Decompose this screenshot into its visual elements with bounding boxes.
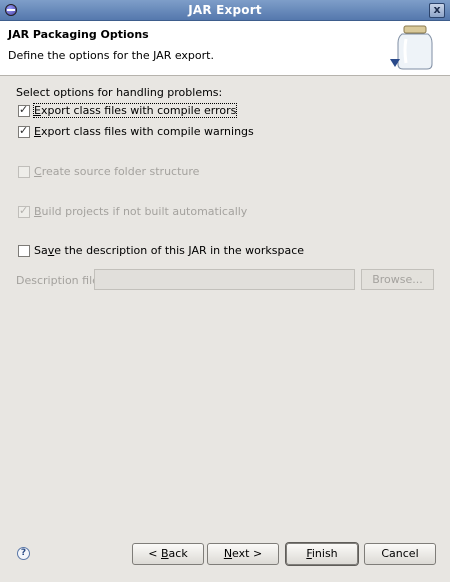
- create-source-folder-checkbox: [18, 166, 30, 178]
- label-text: xport class files with compile errors: [40, 104, 237, 117]
- wizard-header: JAR Packaging Options Define the options…: [0, 21, 450, 76]
- mnemonic: E: [34, 104, 41, 117]
- export-errors-checkbox[interactable]: ✓: [18, 103, 30, 117]
- mnemonic: N: [223, 547, 233, 560]
- mnemonic: B: [161, 547, 169, 560]
- back-button[interactable]: < Back: [132, 543, 204, 565]
- check-icon: ✓: [19, 204, 29, 217]
- page-title: JAR Packaging Options: [8, 28, 149, 41]
- label-text: inish: [311, 547, 338, 560]
- label-text: xport class files with compile warnings: [40, 125, 254, 138]
- save-description-label[interactable]: Save the description of this JAR in the …: [34, 244, 304, 257]
- label-text: Sa: [34, 244, 48, 257]
- build-projects-label: Build projects if not built automaticall…: [34, 205, 247, 218]
- export-warnings-checkbox[interactable]: ✓: [18, 124, 30, 138]
- help-icon[interactable]: ?: [17, 547, 30, 560]
- description-file-input: [94, 269, 355, 290]
- label-text: ack: [168, 547, 188, 560]
- check-icon: ✓: [19, 103, 29, 116]
- problems-label: Select options for handling problems:: [16, 86, 223, 99]
- label-text: reate source folder structure: [41, 165, 200, 178]
- finish-button[interactable]: Finish: [286, 543, 358, 565]
- label-text: e the description of this JAR in the wor…: [54, 244, 305, 257]
- page-description: Define the options for the JAR export.: [8, 49, 214, 62]
- export-warnings-label[interactable]: Export class files with compile warnings: [34, 125, 254, 138]
- mnemonic: C: [34, 165, 42, 178]
- cancel-button[interactable]: Cancel: [364, 543, 436, 565]
- close-icon[interactable]: x: [429, 3, 445, 18]
- create-source-folder-label: Create source folder structure: [34, 165, 199, 178]
- jar-icon: [390, 25, 433, 70]
- mnemonic: E: [34, 125, 41, 138]
- window-title: JAR Export: [188, 3, 262, 17]
- jar-export-dialog: JAR Export x JAR Packaging Options Defin…: [0, 0, 450, 582]
- label-text: ext >: [232, 547, 263, 560]
- label-text: <: [148, 547, 161, 560]
- export-errors-label[interactable]: Export class files with compile errors: [32, 103, 238, 118]
- mnemonic: B: [34, 205, 42, 218]
- check-icon: ✓: [19, 124, 29, 137]
- description-file-label: Description file:: [16, 274, 103, 287]
- title-bar[interactable]: JAR Export x: [0, 0, 450, 21]
- next-button[interactable]: Next >: [207, 543, 279, 565]
- build-projects-checkbox: ✓: [18, 204, 30, 218]
- browse-button: Browse...: [361, 269, 434, 290]
- save-description-checkbox[interactable]: [18, 245, 30, 257]
- label-text: uild projects if not built automatically: [41, 205, 248, 218]
